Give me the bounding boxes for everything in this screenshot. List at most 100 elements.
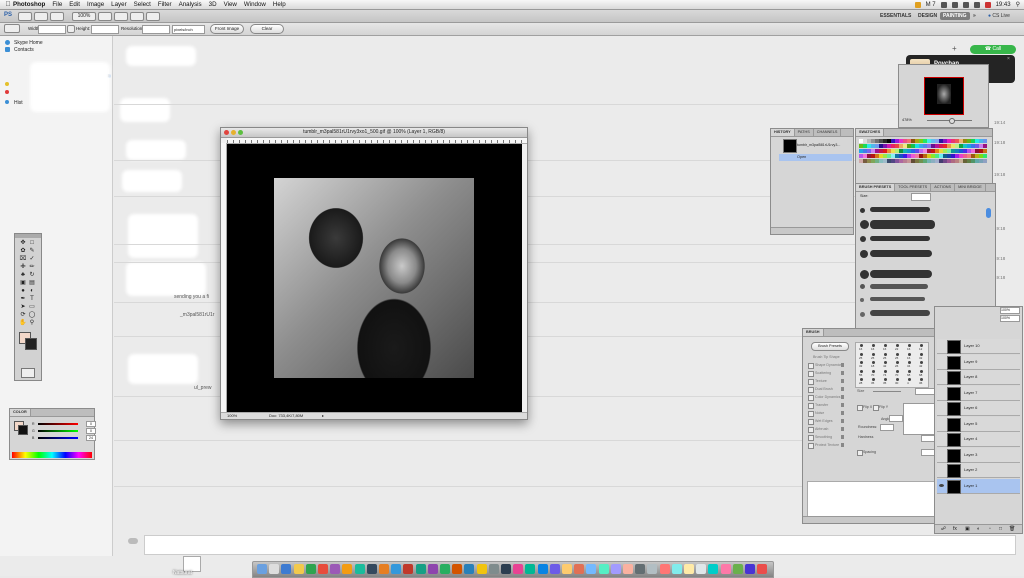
dock-app-icon[interactable]	[415, 564, 426, 574]
close-icon[interactable]: ×	[1007, 56, 1010, 62]
menu-help[interactable]: Help	[273, 1, 286, 8]
document-canvas[interactable]	[227, 144, 522, 412]
lock-icon[interactable]	[841, 443, 844, 447]
brush-tip-grid[interactable]: 16 16 16 22 16 12 25 25 25 25 16 32 32 18 42 26 34 42 55 70…	[855, 342, 929, 388]
brush-preset-thumbnail[interactable]	[860, 270, 869, 279]
option-checkbox[interactable]	[808, 395, 814, 401]
status-m7[interactable]: M 7	[926, 2, 936, 8]
workspace-design[interactable]: DESIGN	[915, 12, 940, 20]
hand-tool-button[interactable]	[98, 12, 112, 21]
option-checkbox[interactable]	[808, 435, 814, 441]
dock-app-icon[interactable]	[610, 564, 621, 574]
dock-app-icon[interactable]	[671, 564, 682, 574]
layer-style-icon[interactable]: fx	[953, 526, 957, 532]
add-icon[interactable]: +	[952, 45, 962, 53]
swatch[interactable]	[983, 154, 987, 158]
spotlight-icon[interactable]: ⚲	[1016, 1, 1020, 8]
tab-history[interactable]: HISTORY	[771, 129, 795, 136]
dock-app-icon[interactable]	[513, 564, 524, 574]
brush-preset-thumbnail[interactable]	[860, 312, 865, 317]
dock-app-icon[interactable]	[391, 564, 402, 574]
dock-app-icon[interactable]	[635, 564, 646, 574]
fill-field[interactable]: 100%	[1000, 315, 1020, 322]
snapshot-thumbnail[interactable]	[783, 139, 797, 153]
tab-paths[interactable]: PATHS	[795, 129, 814, 136]
path-selection-tool-icon[interactable]: ➤	[19, 304, 27, 311]
hand-tool-icon[interactable]: ✋	[19, 320, 27, 327]
angle-field[interactable]	[889, 415, 903, 422]
brush-tip-shape-label[interactable]: Brush Tip Shape	[813, 355, 840, 359]
quick-mask-button[interactable]	[21, 368, 35, 378]
lock-icon[interactable]	[841, 371, 844, 375]
roundness-field[interactable]	[880, 424, 894, 431]
lock-icon[interactable]	[841, 411, 844, 415]
sidebar-item-history[interactable]: Hist	[14, 100, 23, 106]
dock-app-icon[interactable]	[476, 564, 487, 574]
lock-icon[interactable]	[841, 379, 844, 383]
brush-preset-thumbnail[interactable]	[860, 250, 868, 258]
dock-app-icon[interactable]	[647, 564, 658, 574]
dock-app-icon[interactable]	[354, 564, 365, 574]
lock-icon[interactable]	[841, 403, 844, 407]
menu-edit[interactable]: Edit	[69, 1, 80, 8]
brush-preset-thumbnail[interactable]	[860, 208, 865, 213]
option-checkbox[interactable]	[808, 363, 814, 369]
layer-row[interactable]: Layer 7	[937, 385, 1020, 401]
history-brush-tool-icon[interactable]: ↻	[28, 272, 36, 279]
zoom-window-icon[interactable]	[238, 130, 243, 135]
mask-icon[interactable]: ▣	[965, 526, 970, 532]
volume-icon[interactable]	[962, 1, 969, 8]
blue-slider[interactable]	[38, 437, 78, 439]
swatch[interactable]	[983, 139, 987, 143]
dock-app-icon[interactable]	[452, 564, 463, 574]
blur-tool-icon[interactable]: ●	[19, 288, 27, 295]
bluetooth-icon[interactable]	[940, 1, 947, 8]
option-checkbox[interactable]	[808, 387, 814, 393]
brush-angle-preview[interactable]	[903, 403, 935, 435]
close-window-icon[interactable]	[224, 130, 229, 135]
layer-row[interactable]: Layer 1	[937, 478, 1020, 494]
shape-tool-icon[interactable]: ▭	[28, 304, 36, 311]
dock-app-icon[interactable]	[562, 564, 572, 574]
brush-preset-thumbnail[interactable]	[860, 236, 866, 242]
lasso-tool-icon[interactable]: ✿	[19, 248, 27, 255]
dock-app-icon[interactable]	[720, 564, 731, 574]
menulet-icon[interactable]	[914, 1, 921, 8]
dock-app-icon[interactable]	[318, 564, 328, 574]
navigator-zoom[interactable]: 478%	[902, 118, 912, 122]
dock-app-icon[interactable]	[269, 564, 280, 574]
battery-icon[interactable]	[973, 1, 980, 8]
screen-mode-button[interactable]	[146, 12, 160, 21]
eraser-tool-icon[interactable]: ▣	[19, 280, 27, 287]
dock-app-icon[interactable]	[501, 564, 511, 574]
dock-app-icon[interactable]	[464, 564, 475, 574]
swatch[interactable]	[983, 144, 987, 148]
dock-app-icon[interactable]	[305, 564, 316, 574]
brush-presets-button[interactable]: Brush Presets	[811, 342, 849, 351]
clone-stamp-tool-icon[interactable]: ♣	[19, 272, 27, 279]
dodge-tool-icon[interactable]: ◐	[28, 288, 36, 295]
brush-tool-icon[interactable]: ✏	[28, 264, 36, 271]
wifi-icon[interactable]	[951, 1, 958, 8]
chat-message-input[interactable]	[144, 535, 1016, 555]
layer-row[interactable]: Layer 8	[937, 370, 1020, 385]
layer-row[interactable]: Layer 2	[937, 463, 1020, 478]
tools-header[interactable]	[15, 234, 41, 238]
extras-button[interactable]	[50, 12, 64, 21]
chat-snippet[interactable]: _m3pal581rU1r	[180, 312, 214, 318]
width-field[interactable]	[38, 25, 66, 34]
dock-app-icon[interactable]	[696, 564, 707, 574]
workspace-essentials[interactable]: ESSENTIALS	[877, 12, 914, 20]
layer-row[interactable]: Layer 3	[937, 447, 1020, 463]
menu-select[interactable]: Select	[134, 1, 151, 8]
layer-row[interactable]: Layer 5	[937, 416, 1020, 432]
dock-app-icon[interactable]	[257, 564, 267, 574]
dock-app-icon[interactable]	[366, 564, 377, 574]
menu-layer[interactable]: Layer	[111, 1, 126, 8]
tab-actions[interactable]: ACTIONS	[931, 184, 956, 191]
dock-app-icon[interactable]	[708, 564, 719, 574]
status-arrow-icon[interactable]: ▸	[322, 413, 324, 419]
type-tool-icon[interactable]: T	[28, 296, 36, 303]
lock-icon[interactable]	[841, 435, 844, 439]
dock-app-icon[interactable]	[623, 564, 633, 574]
